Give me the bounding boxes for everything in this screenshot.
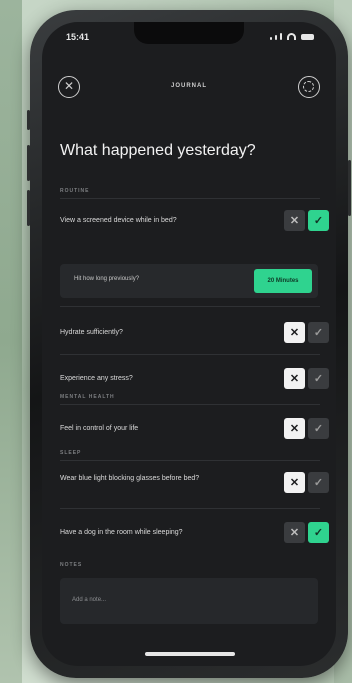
notes-input[interactable]: Add a note... [60,578,318,624]
side-button-volume-up [27,145,30,181]
yes-toggle[interactable]: ✓ [308,368,329,389]
section-label-routine: ROUTINE [60,188,90,194]
check-icon: ✓ [313,215,324,227]
no-toggle[interactable]: ✕ [284,322,305,343]
duration-button[interactable]: 20 Minutes [254,269,312,293]
no-toggle[interactable]: ✕ [284,210,305,231]
check-icon: ✓ [313,527,324,539]
followup-card: Hit how long previously? 20 Minutes [60,264,318,298]
yes-toggle[interactable]: ✓ [308,522,329,543]
check-icon: ✓ [313,477,324,489]
status-time: 15:41 [66,32,90,42]
header-title: JOURNAL [170,83,207,89]
question-blue-light: Wear blue light blocking glasses before … [60,475,200,482]
page-title: What happened yesterday? [60,142,256,159]
signal-icon [270,37,272,40]
no-toggle[interactable]: ✕ [284,472,305,493]
question-in-control: Feel in control of your life [60,425,139,432]
signal-icon [275,35,277,40]
status-icons [270,33,314,40]
section-label-notes: NOTES [60,562,83,568]
yes-toggle[interactable]: ✓ [308,322,329,343]
question-stress: Experience any stress? [60,375,133,382]
x-icon: ✕ [289,477,300,489]
background-foliage-left [0,0,22,683]
no-toggle[interactable]: ✕ [284,418,305,439]
side-button-volume-down [27,190,30,226]
divider [60,306,320,307]
journal-header: ✕ JOURNAL [42,72,336,112]
side-button-power [348,160,351,216]
check-icon: ✓ [313,423,324,435]
yes-toggle[interactable]: ✓ [308,472,329,493]
home-indicator[interactable] [145,652,235,656]
yes-toggle[interactable]: ✓ [308,418,329,439]
section-label-mental-health: MENTAL HEALTH [60,394,115,400]
settings-button[interactable] [298,76,320,98]
x-icon: ✕ [289,215,300,227]
battery-icon [301,34,314,40]
no-toggle[interactable]: ✕ [284,522,305,543]
divider [60,508,320,509]
signal-icon [280,33,282,40]
question-hydrate: Hydrate sufficiently? [60,329,123,336]
wifi-icon [287,33,296,40]
phone-frame: 15:41 ✕ JOURNAL What happened yesterday?… [27,10,351,678]
side-button-mute [27,110,30,130]
followup-question: Hit how long previously? [74,276,140,282]
divider [60,404,320,405]
section-label-sleep: SLEEP [60,450,82,456]
check-icon: ✓ [313,327,324,339]
status-bar: 15:41 [42,22,336,52]
divider [60,198,320,199]
yes-toggle[interactable]: ✓ [308,210,329,231]
question-dog-in-room: Have a dog in the room while sleeping? [60,529,183,536]
check-icon: ✓ [313,373,324,385]
divider [60,354,320,355]
app-screen: 15:41 ✕ JOURNAL What happened yesterday?… [42,22,336,666]
divider [60,460,320,461]
gear-icon [303,81,314,92]
x-icon: ✕ [289,327,300,339]
question-screen-in-bed: View a screened device while in bed? [60,217,177,224]
x-icon: ✕ [289,527,300,539]
x-icon: ✕ [289,373,300,385]
notes-placeholder: Add a note... [72,597,107,603]
x-icon: ✕ [289,423,300,435]
no-toggle[interactable]: ✕ [284,368,305,389]
